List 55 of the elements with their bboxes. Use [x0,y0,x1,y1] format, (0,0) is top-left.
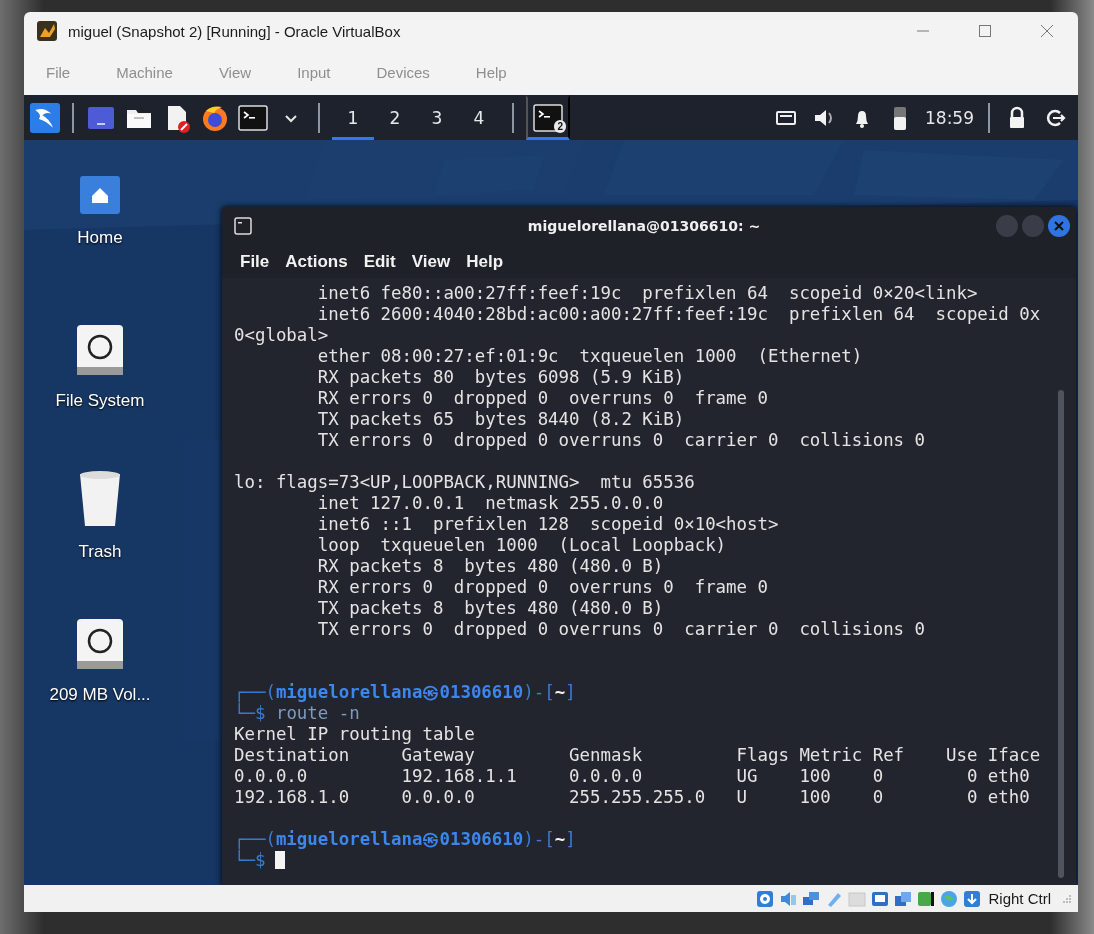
output-line: RX packets 80 bytes 6098 (5.9 KiB) [316,367,686,388]
terminal-icon [234,217,252,235]
menu-item[interactable]: View [411,251,451,272]
clock: 18:59 [925,107,974,128]
output-line: RX errors 0 dropped 0 overruns 0 frame 0 [316,388,769,409]
drive-icon[interactable] [75,617,125,671]
prompt-line: ┌──(miguelorellana㉿01306610)-[~] [234,682,577,703]
desktop-icon-label[interactable]: Trash [78,542,122,562]
terminal-icon[interactable] [238,102,268,133]
home-icon[interactable] [80,176,120,214]
output-line: 192.168.1.0 0.0.0.0 255.255.255.0 U 100 0 0 eth0 [234,787,1031,808]
host-key-label: Right Ctrl [988,890,1051,907]
desktop-icon-label[interactable]: File System [55,391,145,411]
trash-icon[interactable] [77,470,123,528]
desktop-icon-label[interactable]: Home [77,228,123,248]
output-line: Destination Gateway Genmask Flags Metric Ref Use Iface [234,745,1042,766]
output-line: inet 127.0.0.1 netmask 255.0.0.0 [316,493,665,514]
window-title: miguelorellana@01306610: ~ [526,218,762,234]
output-line: Kernel IP routing table [234,724,476,745]
drive-icon[interactable] [75,323,125,377]
output-line: RX packets 8 bytes 480 (480.0 B) [316,556,665,577]
scrollbar-thumb[interactable] [1058,390,1064,878]
output-line: inet6 fe80::a00:27ff:feef:19c prefixlen 64 scopeid 0×20<link> [316,283,979,304]
maximize-icon [979,25,991,37]
app-menu-button[interactable] [30,102,60,133]
prompt-line: ┌──(miguelorellana㉿01306610)-[~] [234,829,577,850]
output-line: ether 08:00:27:ef:01:9c txqueuelen 1000 (Ethernet) [316,346,864,367]
output-line: TX errors 0 dropped 0 overruns 0 carrier 0 collisions 0 [316,619,927,640]
app-icon [36,20,58,42]
prompt-symbol: └─$ [234,850,266,870]
output-line: TX packets 65 bytes 8440 (8.2 KiB) [316,409,686,430]
output-line: 0.0.0.0 192.168.1.1 0.0.0.0 UG 100 0 0 eth0 [234,766,1031,787]
window-title: miguel (Snapshot 2) [Running] - Oracle VirtualBox [68,22,402,40]
close-icon [1041,25,1053,37]
workspace-button[interactable]: 3 [416,95,458,140]
workspace-button[interactable]: 4 [458,95,500,140]
output-line: loop txqueuelen 1000 (Local Loopback) [316,535,728,556]
output-line: TX packets 8 bytes 480 (480.0 B) [316,598,665,619]
desktop-icon-label[interactable]: 209 MB Vol... [49,685,151,705]
output-line: lo: flags=73<UP,LOOPBACK,RUNNING> mtu 65536 [234,472,696,493]
output-line: inet6 ::1 prefixlen 128 scopeid 0×10<host> [316,514,780,535]
download-icon[interactable] [962,888,983,909]
menu-item[interactable]: Actions [285,251,348,272]
output-line: RX errors 0 dropped 0 overruns 0 frame 0 [316,577,769,598]
output-line: inet6 2600:4040:28bd:ac00:a00:27ff:feef:19c prefixlen 64 scopeid 0x [316,304,1042,325]
output-line: TX errors 0 dropped 0 overruns 0 carrier 0 collisions 0 [316,430,927,451]
workspace-button[interactable]: 2 [374,95,416,140]
command-line: └─$ route -n [234,703,360,723]
close-button[interactable] [1048,215,1070,237]
resize-grip-icon [1062,893,1072,904]
menu-item[interactable]: Help [466,251,504,272]
close-icon [1054,221,1064,231]
output-line: 0<global> [234,325,330,346]
menu-item[interactable]: File [240,251,270,272]
menu-item[interactable]: Edit [363,251,396,272]
